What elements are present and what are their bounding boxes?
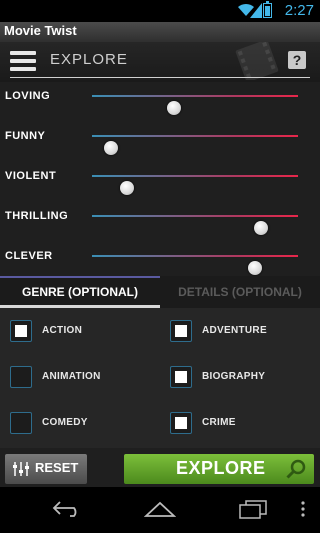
slider-track[interactable] (92, 255, 298, 275)
slider-label: LOVING (5, 90, 51, 102)
help-icon[interactable]: ? (288, 51, 306, 69)
mood-sliders: LOVING FUNNY VIOLENT THRILLING CLEVER (0, 82, 320, 277)
checkbox[interactable] (170, 320, 192, 342)
explore-label: EXPLORE (176, 458, 266, 478)
slider-thumb[interactable] (247, 261, 262, 275)
slider-track[interactable] (92, 95, 298, 115)
genre-list: ACTION ADVENTURE ANIMATION BIOGRAPHY COM… (0, 308, 320, 448)
slider-thumb[interactable] (103, 141, 118, 155)
reset-button[interactable]: RESET (5, 454, 87, 484)
sliders-icon (13, 462, 29, 476)
slider-row-thrilling: THRILLING (0, 202, 320, 242)
home-icon[interactable] (144, 499, 176, 519)
genre-label: ANIMATION (42, 371, 101, 382)
reset-label: RESET (35, 460, 79, 475)
slider-label: VIOLENT (5, 170, 57, 182)
genre-label: CRIME (202, 417, 236, 428)
slider-track[interactable] (92, 135, 298, 155)
tab-bar: GENRE (OPTIONAL) DETAILS (OPTIONAL) (0, 276, 320, 308)
signal-icon (250, 3, 262, 18)
header: EXPLORE ? (0, 42, 320, 82)
explore-button[interactable]: EXPLORE (124, 454, 314, 484)
status-bar: 2:27 (0, 0, 320, 22)
menu-icon[interactable] (10, 51, 36, 71)
slider-track[interactable] (92, 175, 298, 195)
checkbox[interactable] (10, 366, 32, 388)
page-title: EXPLORE (50, 51, 128, 68)
magnifier-icon (286, 459, 306, 479)
app-title-bar: Movie Twist (0, 22, 320, 42)
genre-label: COMEDY (42, 417, 88, 428)
tab-details[interactable]: DETAILS (OPTIONAL) (160, 276, 320, 308)
slider-label: CLEVER (5, 250, 53, 262)
explore-screen: EXPLORE ? LOVING FUNNY VIOLENT THRILLING (0, 42, 320, 487)
back-icon[interactable] (52, 499, 82, 519)
overflow-icon[interactable] (300, 499, 306, 519)
slider-track[interactable] (92, 215, 298, 235)
status-time: 2:27 (284, 2, 314, 19)
app-title: Movie Twist (4, 23, 77, 38)
slider-label: THRILLING (5, 210, 69, 222)
slider-thumb[interactable] (120, 181, 135, 195)
checkbox[interactable] (170, 366, 192, 388)
checkbox[interactable] (170, 412, 192, 434)
system-nav-bar (0, 487, 320, 533)
slider-thumb[interactable] (253, 221, 268, 235)
genre-label: ACTION (42, 325, 83, 336)
slider-label: FUNNY (5, 130, 46, 142)
tab-genre[interactable]: GENRE (OPTIONAL) (0, 276, 160, 308)
header-divider (10, 77, 310, 78)
film-strip-decoration-icon (235, 42, 279, 80)
slider-thumb[interactable] (167, 101, 182, 115)
checkbox[interactable] (10, 412, 32, 434)
slider-row-violent: VIOLENT (0, 162, 320, 202)
slider-row-loving: LOVING (0, 82, 320, 122)
battery-icon (263, 1, 272, 18)
recent-apps-icon[interactable] (238, 499, 268, 519)
genre-label: BIOGRAPHY (202, 371, 266, 382)
checkbox[interactable] (10, 320, 32, 342)
action-bar: RESET EXPLORE (0, 450, 320, 487)
slider-row-funny: FUNNY (0, 122, 320, 162)
genre-label: ADVENTURE (202, 325, 267, 336)
